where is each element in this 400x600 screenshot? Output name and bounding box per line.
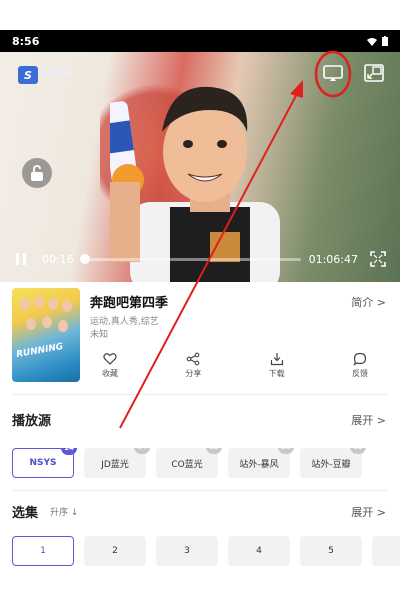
share-button[interactable]: 分享: [163, 352, 223, 379]
favorite-label: 收藏: [102, 369, 118, 378]
poster-text: RUNNING: [15, 341, 65, 361]
picture-in-picture-icon[interactable]: [364, 64, 384, 82]
progress-handle[interactable]: [79, 253, 90, 264]
episode-button-4[interactable]: 4: [228, 536, 290, 566]
channel-logo: S KU TV: [18, 66, 72, 84]
video-player[interactable]: S KU TV 00:16 01:06:47: [0, 52, 400, 282]
source-count-badge: 13: [206, 448, 222, 454]
source-tab-baofeng[interactable]: 站外-暴风 26: [228, 448, 294, 478]
status-icons: [367, 36, 388, 46]
source-label: 站外-暴风: [239, 459, 279, 470]
feedback-button[interactable]: 反馈: [330, 352, 390, 379]
player-controls: 00:16 01:06:47: [0, 244, 400, 274]
episodes-title: 选集: [12, 506, 39, 521]
episode-list: 1 2 3 4 5: [12, 536, 400, 566]
fullscreen-icon[interactable]: [370, 251, 386, 267]
share-label: 分享: [185, 369, 202, 378]
source-count-badge: 26: [278, 448, 294, 454]
section-divider: [12, 490, 388, 491]
source-tab-co[interactable]: CO蓝光 13: [156, 448, 222, 478]
feedback-icon: [353, 352, 367, 366]
source-tab-jd[interactable]: JD蓝光 14: [84, 448, 150, 478]
sources-expand-link[interactable]: 展开 >: [351, 412, 386, 428]
source-label: 站外-豆瓣: [311, 459, 351, 470]
sort-toggle[interactable]: 升序 ↓: [50, 505, 78, 518]
battery-icon: [382, 36, 388, 46]
intro-link[interactable]: 简介 >: [351, 294, 386, 310]
show-info: RUNNING 奔跑吧第四季 简介 > 运动,真人秀,综艺 未知 收藏 分享 下…: [0, 282, 400, 392]
status-bar: 8:56: [0, 30, 400, 52]
logo-text: KU TV: [42, 70, 73, 80]
episode-button-more[interactable]: [372, 536, 400, 566]
source-label: NSYS: [29, 458, 57, 468]
show-year: 未知: [90, 330, 109, 340]
download-label: 下载: [268, 369, 285, 378]
progress-bar[interactable]: [79, 253, 301, 264]
source-tab-douban[interactable]: 站外-豆瓣 11: [300, 448, 366, 478]
download-icon: [270, 353, 283, 366]
source-count-badge: 14: [61, 448, 77, 455]
episode-button-2[interactable]: 2: [84, 536, 146, 566]
pause-icon[interactable]: [14, 252, 28, 266]
status-time: 8:56: [12, 34, 40, 48]
episode-button-1[interactable]: 1: [12, 536, 74, 566]
wifi-icon: [367, 37, 377, 46]
feedback-label: 反馈: [351, 369, 368, 378]
sources-title: 播放源: [12, 414, 52, 429]
share-icon: [186, 352, 200, 366]
total-time: 01:06:47: [308, 252, 358, 266]
screen-lock-button[interactable]: [22, 158, 52, 188]
source-list: NSYS 14 JD蓝光 14 CO蓝光 13 站外-暴风 26 站外-豆瓣 1…: [12, 448, 400, 478]
source-count-badge: 14: [134, 448, 150, 454]
source-label: CO蓝光: [171, 459, 203, 470]
action-bar: 收藏 分享 下载 反馈: [80, 352, 400, 379]
episodes-header: 选集 升序 ↓: [12, 502, 78, 521]
download-button[interactable]: 下载: [247, 352, 307, 379]
episode-button-5[interactable]: 5: [300, 536, 362, 566]
heart-icon: [103, 353, 117, 365]
show-title: 奔跑吧第四季: [90, 296, 169, 311]
unlock-icon: [31, 165, 43, 181]
show-poster[interactable]: RUNNING: [12, 288, 80, 382]
show-tags: 运动,真人秀,综艺: [90, 317, 159, 327]
favorite-button[interactable]: 收藏: [80, 352, 140, 379]
source-tab-nsys[interactable]: NSYS 14: [12, 448, 77, 478]
cast-icon[interactable]: [322, 64, 344, 82]
source-count-badge: 11: [350, 448, 366, 454]
episode-button-3[interactable]: 3: [156, 536, 218, 566]
source-label: JD蓝光: [101, 459, 129, 470]
episodes-expand-link[interactable]: 展开 >: [351, 504, 386, 520]
section-divider: [12, 394, 388, 395]
logo-mark-icon: S: [18, 66, 38, 84]
current-time: 00:16: [42, 252, 74, 266]
